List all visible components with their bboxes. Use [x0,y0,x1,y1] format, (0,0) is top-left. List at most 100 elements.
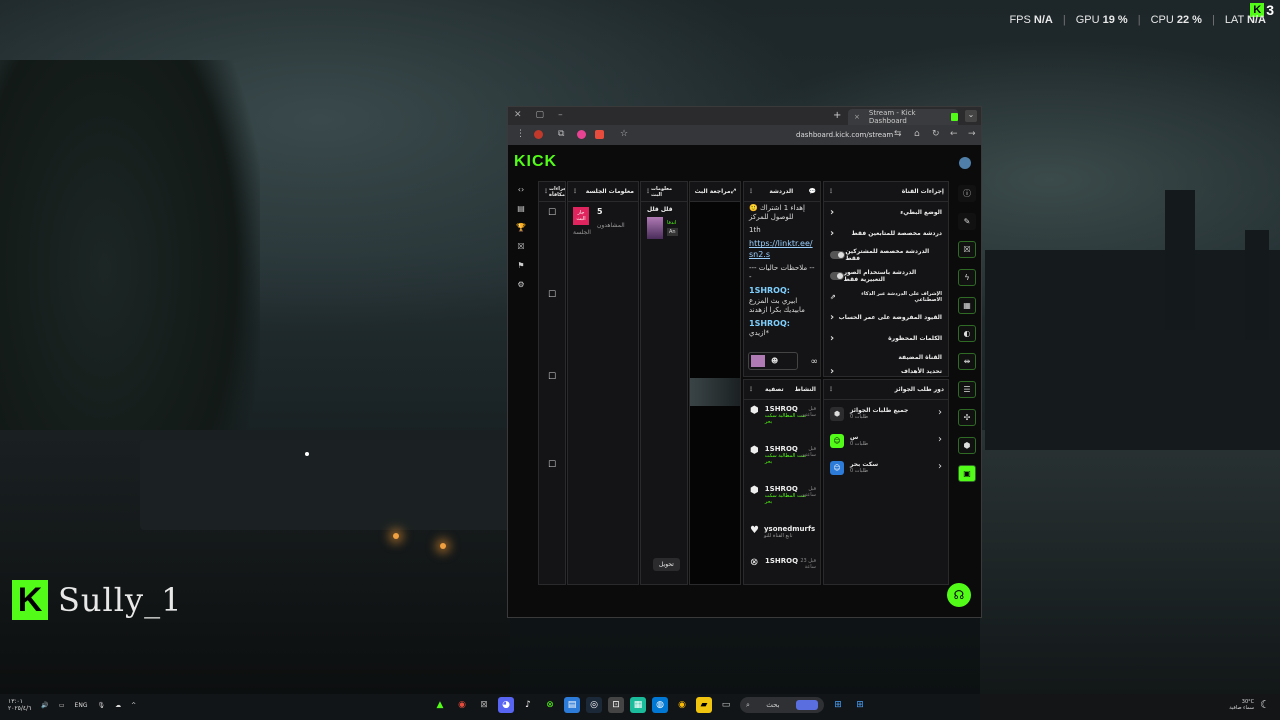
maximize-window-icon[interactable]: ▢ [536,110,545,120]
home-icon[interactable]: ⌂ [914,129,920,139]
moderation-icon[interactable]: ☒ [517,242,524,251]
app-icon-x[interactable]: ⊠ [476,697,492,713]
activity-filter[interactable]: تصفية [765,386,784,393]
forward-icon[interactable]: → [968,129,976,139]
trophy-icon[interactable]: 🏆 [516,223,526,232]
taskbar-search[interactable]: ⌕ بحث [740,697,824,713]
banned-words-row[interactable]: › الكلمات المحظورة [824,328,948,349]
tab-kick-dashboard[interactable]: × Stream - Kick Dashboard [848,109,958,125]
app-icon-triangle[interactable]: ▲ [432,697,448,713]
rewards-tool-icon[interactable]: ⬢ [958,437,976,454]
bookmark-star-icon[interactable]: ☆ [620,129,628,139]
stream-preview-video[interactable] [690,378,740,406]
popout-icon[interactable]: ⤢ [731,188,736,196]
clock[interactable]: ١٣:٠١ ٢٠٢٥/٤/٦ [8,698,31,712]
windows-start-icon[interactable]: ⊞ [852,697,868,713]
stream-icon[interactable]: ‹› [518,185,524,194]
clip-icon[interactable]: ▦ [958,297,976,314]
extension-pink-icon[interactable] [577,130,586,139]
reward-slot-icon[interactable]: ☐ [539,208,565,218]
reward-slot-icon[interactable]: ☐ [539,372,565,382]
reward-queue-column: ⋮ دور طلب الجوائز › ⬢ جميع طلبات الجوائز طلب… [823,379,949,585]
lightning-icon[interactable]: ϟ [958,269,976,286]
host-channel-row[interactable]: القناة المضيفة [824,349,948,365]
close-tab-icon[interactable]: × [854,113,860,121]
add-widget-icon[interactable]: ▣ [958,465,976,482]
reward-slot-icon[interactable]: ☐ [539,290,565,300]
raid-icon[interactable]: ⇹ [958,353,976,370]
weather-desc: سماء صافية [1229,704,1255,711]
app-icon-window[interactable]: ▭ [718,697,734,713]
column-menu-icon[interactable]: ⋮ [828,188,834,195]
flag-icon[interactable]: ⚑ [517,261,524,270]
steam-icon[interactable]: ◎ [586,697,602,713]
goals-row[interactable]: › تحديد الأهداف [824,365,948,377]
activity-user[interactable]: ysonedmurfs [764,525,815,533]
url-field[interactable]: dashboard.kick.com/stream [796,131,893,139]
account-age-row[interactable]: › القيود المفروضة على عمر الحساب [824,307,948,328]
discord-icon[interactable]: ◕ [498,697,514,713]
chat-tool-icon[interactable]: ◐ [958,325,976,342]
language-indicator[interactable]: ENG [75,702,88,709]
infinity-icon[interactable]: ∞ [811,357,819,367]
column-menu-icon[interactable]: ⋮ [748,386,754,393]
chat-username[interactable]: 1SHROQ: [749,286,790,295]
reload-icon[interactable]: ↻ [932,129,940,139]
subscribers-only-toggle[interactable] [830,250,846,259]
column-menu-icon[interactable]: ⋮ [572,188,578,195]
app-icon-teal[interactable]: ▦ [630,697,646,713]
settings-icon[interactable]: ⚙ [517,280,524,289]
library-icon[interactable]: ▤ [517,204,525,213]
reward-slot-icon[interactable]: ☐ [539,460,565,470]
browser-menu-icon[interactable]: ⋮ [516,129,525,139]
chat-input[interactable]: ☻ [748,352,798,370]
tiktok-icon[interactable]: ♪ [520,697,536,713]
extension-red-icon[interactable] [595,130,604,139]
minimize-window-icon[interactable]: – [558,110,563,120]
chat-username[interactable]: 1SHROQ: [749,319,790,328]
support-headset-icon[interactable]: ☊ [947,583,971,607]
tray-overflow-icon[interactable]: ^ [131,702,136,709]
edit-icon[interactable]: ✎ [958,213,976,230]
new-tab-button[interactable]: + [833,110,841,121]
reward-queue-item[interactable]: › ☺ سكت بحر طلبات 0 [824,454,948,481]
task-view-icon[interactable]: ⊞ [830,697,846,713]
close-window-icon[interactable]: ✕ [514,110,522,120]
xbox-icon[interactable]: ⊗ [542,697,558,713]
window-controls: ✕ ▢ – [514,110,563,120]
reward-queue-item[interactable]: › ☺ س طلبات 0 [824,427,948,454]
emote-only-toggle[interactable] [830,271,844,280]
network-icon[interactable]: ▭ [59,702,65,709]
chat-link[interactable]: https://linktr.ee/sn2.s [749,239,813,258]
volume-icon[interactable]: 🔊 [41,702,48,709]
category-thumbnail[interactable] [647,217,663,239]
column-menu-icon[interactable]: ⋮ [748,188,754,195]
kick-logo[interactable]: KICK [514,153,557,171]
ai-moderation-row[interactable]: ⇗ الإشراف على الدردشة عبر الذكاء الاصطناع… [824,286,948,307]
tab-search-button[interactable]: ⌄ [965,110,977,122]
extensions-puzzle-icon[interactable]: ⧉ [558,129,564,139]
chrome-icon[interactable]: ◉ [674,697,690,713]
column-menu-icon[interactable]: ⋮ [828,386,834,393]
poll-icon[interactable]: ☰ [958,381,976,398]
app-icon-blue[interactable]: ▤ [564,697,580,713]
reward-queue-item[interactable]: › ⬢ جميع طلبات الجوائز طلبات 0 [824,400,948,427]
cloud-icon[interactable]: ☁ [115,702,121,709]
site-settings-icon[interactable]: ⇆ [894,129,902,139]
emoji-icon[interactable]: ☻ [771,357,778,365]
edge-icon[interactable]: ◍ [652,697,668,713]
user-avatar[interactable] [959,157,971,169]
extension-icon[interactable] [534,130,543,139]
back-icon[interactable]: ← [950,129,958,139]
app-icon-circle[interactable]: ◉ [454,697,470,713]
store-icon[interactable]: ⊡ [608,697,624,713]
info-icon[interactable]: ⓘ [958,185,976,202]
moderation-tool-icon[interactable]: ☒ [958,241,976,258]
convert-button[interactable]: تحويل [653,558,680,571]
followers-only-row[interactable]: › دردشة مخصصة للمتابعين فقط [824,223,948,244]
weather-widget[interactable]: 30°C سماء صافية ☾ [1229,698,1270,711]
microphone-icon[interactable]: 🎙 [97,702,105,709]
folder-icon[interactable]: ▰ [696,697,712,713]
wrench-icon[interactable]: ✣ [958,409,976,426]
slow-mode-row[interactable]: › الوضع البطيء [824,202,948,223]
